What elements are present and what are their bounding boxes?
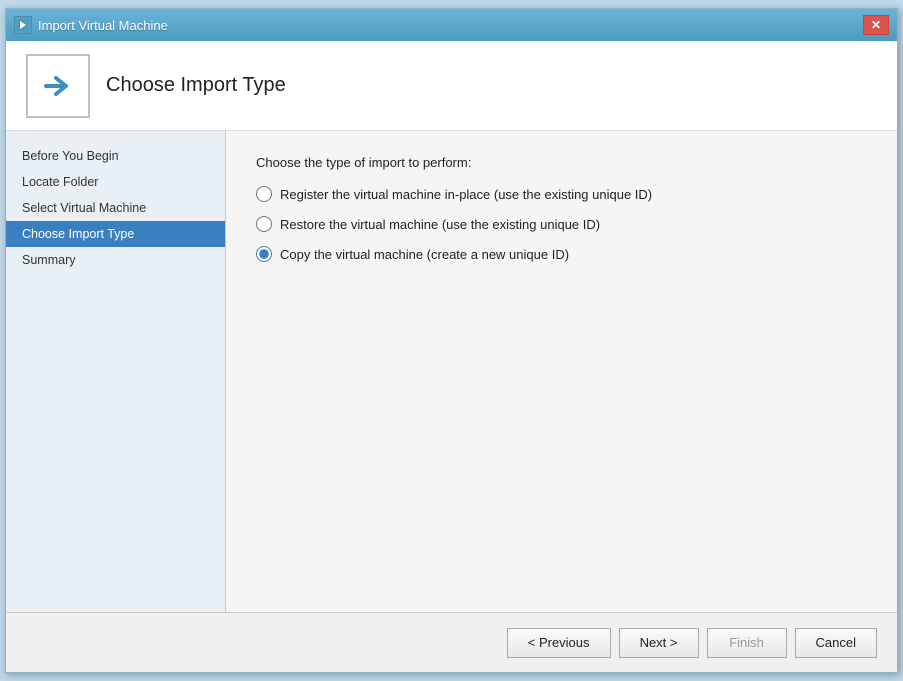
title-bar-left: Import Virtual Machine	[14, 16, 168, 34]
page-title: Choose Import Type	[106, 74, 286, 97]
radio-item-restore[interactable]: Restore the virtual machine (use the exi…	[256, 216, 867, 232]
import-arrow-icon	[38, 66, 78, 106]
title-bar-app-icon	[14, 16, 32, 34]
radio-item-register[interactable]: Register the virtual machine in-place (u…	[256, 186, 867, 202]
footer: < Previous Next > Finish Cancel	[6, 612, 897, 672]
title-bar: Import Virtual Machine ✕	[6, 9, 897, 41]
content-area: Before You Begin Locate Folder Select Vi…	[6, 131, 897, 612]
radio-register-label: Register the virtual machine in-place (u…	[280, 187, 652, 202]
sidebar-item-choose-import-type[interactable]: Choose Import Type	[6, 221, 225, 247]
page-header: Choose Import Type	[6, 41, 897, 131]
window-title: Import Virtual Machine	[38, 18, 168, 33]
radio-item-copy[interactable]: Copy the virtual machine (create a new u…	[256, 246, 867, 262]
radio-copy-label: Copy the virtual machine (create a new u…	[280, 247, 569, 262]
header-icon-box	[26, 54, 90, 118]
sidebar-item-summary[interactable]: Summary	[6, 247, 225, 273]
previous-button[interactable]: < Previous	[507, 628, 611, 658]
radio-register[interactable]	[256, 186, 272, 202]
radio-restore-label: Restore the virtual machine (use the exi…	[280, 217, 600, 232]
main-content: Choose the type of import to perform: Re…	[226, 131, 897, 612]
finish-button[interactable]: Finish	[707, 628, 787, 658]
sidebar-item-before-you-begin[interactable]: Before You Begin	[6, 143, 225, 169]
sidebar-item-locate-folder[interactable]: Locate Folder	[6, 169, 225, 195]
sidebar: Before You Begin Locate Folder Select Vi…	[6, 131, 226, 612]
close-button[interactable]: ✕	[863, 15, 889, 35]
cancel-button[interactable]: Cancel	[795, 628, 877, 658]
import-type-prompt: Choose the type of import to perform:	[256, 155, 867, 170]
next-button[interactable]: Next >	[619, 628, 699, 658]
radio-copy[interactable]	[256, 246, 272, 262]
sidebar-item-select-virtual-machine[interactable]: Select Virtual Machine	[6, 195, 225, 221]
import-virtual-machine-dialog: Import Virtual Machine ✕ Choose Import T…	[5, 8, 898, 673]
import-type-radio-group: Register the virtual machine in-place (u…	[256, 186, 867, 262]
radio-restore[interactable]	[256, 216, 272, 232]
